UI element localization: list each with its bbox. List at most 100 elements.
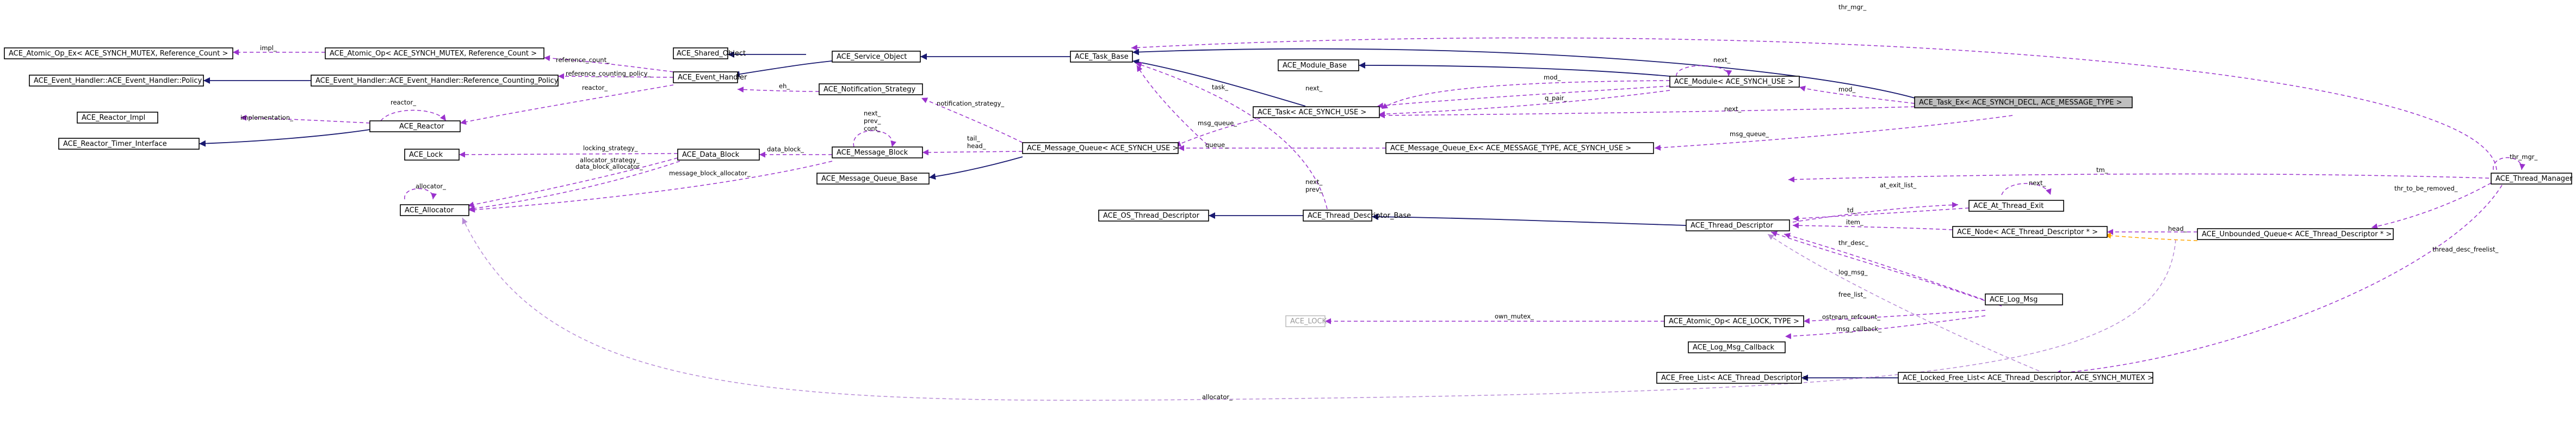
edge-use-mod-a: [1381, 80, 1670, 109]
svg-text:ACE_Lock: ACE_Lock: [409, 151, 443, 159]
label-data-block-allocator: data_block_allocator_: [575, 163, 643, 170]
svg-text:ACE_Task< ACE_SYNCH_USE >: ACE_Task< ACE_SYNCH_USE >: [1258, 108, 1366, 117]
node-log-msg[interactable]: ACE_Log_Msg: [1985, 293, 2063, 305]
node-event-handler-policy[interactable]: ACE_Event_Handler::ACE_Event_Handler::Po…: [29, 75, 204, 87]
svg-text:ACE_Reactor_Timer_Interface: ACE_Reactor_Timer_Interface: [63, 140, 167, 148]
node-thread-manager[interactable]: ACE_Thread_Manager: [2491, 173, 2573, 185]
node-thread-descriptor[interactable]: ACE_Thread_Descriptor: [1686, 219, 1790, 231]
node-message-queue-base[interactable]: ACE_Message_Queue_Base: [816, 173, 930, 185]
label-reactor-a: reactor_: [582, 84, 608, 91]
svg-text:ACE_Allocator: ACE_Allocator: [405, 206, 454, 215]
svg-text:ACE_OS_Thread_Descriptor: ACE_OS_Thread_Descriptor: [1103, 212, 1200, 220]
label-msg-queue-b: msg_queue_: [1730, 130, 1769, 138]
node-event-handler-rc-policy[interactable]: ACE_Event_Handler::ACE_Event_Handler::Re…: [311, 75, 559, 87]
label-prev-tdb: prev_: [1305, 186, 1323, 193]
edge-inherit-td-to-tdb: [1371, 213, 1687, 226]
edge-use-q-pair: [1378, 90, 1670, 117]
edge-template-queue-node: [2104, 232, 2198, 241]
node-lock[interactable]: ACE_Lock: [404, 149, 460, 161]
node-reactor-timer-interface[interactable]: ACE_Reactor_Timer_Interface: [58, 138, 200, 150]
label-next-mb: next_: [864, 109, 881, 117]
label-head: head_: [2168, 225, 2187, 232]
edge-labels: impl_ reference_count_ reference_countin…: [240, 3, 2538, 401]
edge-use-allocator-self: [404, 188, 437, 200]
label-free-list: free_list_: [1838, 291, 1866, 298]
node-locked-free-list[interactable]: ACE_Locked_Free_List< ACE_Thread_Descrip…: [1898, 372, 2153, 384]
svg-text:ACE_Event_Handler::ACE_Event_H: ACE_Event_Handler::ACE_Event_Handler::Po…: [34, 77, 202, 85]
svg-text:ACE_Free_List< ACE_Thread_Desc: ACE_Free_List< ACE_Thread_Descriptor >: [1661, 374, 1809, 382]
svg-text:ACE_Message_Queue< ACE_SYNCH_U: ACE_Message_Queue< ACE_SYNCH_USE >: [1027, 144, 1178, 152]
label-mod-a: mod_: [1544, 73, 1561, 81]
label-log-msg: log_msg_: [1838, 268, 1868, 276]
edge-use-at-exit-list: [1792, 201, 1959, 223]
svg-text:ACE_Atomic_Op< ACE_SYNCH_MUTEX: ACE_Atomic_Op< ACE_SYNCH_MUTEX, Referenc…: [330, 50, 537, 58]
svg-text:ACE_Log_Msg: ACE_Log_Msg: [1990, 296, 2038, 304]
label-implementation: implementation_: [240, 114, 293, 121]
svg-text:ACE_Node< ACE_Thread_Descripto: ACE_Node< ACE_Thread_Descriptor * >: [1957, 228, 2098, 236]
edge-use-msg-callback: [1785, 315, 1986, 339]
svg-text:ACE_Reactor: ACE_Reactor: [399, 122, 444, 131]
edge-inherit-module-to-modulebase: [1358, 62, 1670, 77]
node-task-base[interactable]: ACE_Task_Base: [1070, 51, 1133, 63]
svg-text:ACE_Thread_Descriptor: ACE_Thread_Descriptor: [1691, 222, 1774, 230]
svg-text:ACE_Task_Ex< ACE_SYNCH_DECL, A: ACE_Task_Ex< ACE_SYNCH_DECL, ACE_MESSAGE…: [1919, 99, 2122, 107]
label-td: td_: [1847, 206, 1857, 214]
node-os-thread-descriptor[interactable]: ACE_OS_Thread_Descriptor: [1098, 210, 1209, 222]
node-unbounded-queue[interactable]: ACE_Unbounded_Queue< ACE_Thread_Descript…: [2197, 228, 2394, 240]
svg-text:ACE_Unbounded_Queue< ACE_Threa: ACE_Unbounded_Queue< ACE_Thread_Descript…: [2202, 230, 2392, 238]
label-message-block-allocator: message_block_allocator_: [669, 169, 751, 177]
node-atomic-op-refcount[interactable]: ACE_Atomic_Op< ACE_SYNCH_MUTEX, Referenc…: [325, 47, 544, 59]
node-module-base[interactable]: ACE_Module_Base: [1278, 59, 1359, 71]
svg-text:ACE_Task_Base: ACE_Task_Base: [1075, 53, 1129, 61]
node-data-block[interactable]: ACE_Data_Block: [677, 149, 760, 161]
edge-use-data-block-allocator: [468, 161, 680, 212]
edge-inherit-taskex-to-taskbase: [1132, 48, 1915, 99]
node-node-thread-descriptor[interactable]: ACE_Node< ACE_Thread_Descriptor * >: [1952, 226, 2108, 238]
label-ostream-refcount: ostream_refcount_: [1822, 313, 1880, 321]
node-allocator[interactable]: ACE_Allocator: [400, 204, 469, 216]
label-next-b: next_: [1724, 105, 1741, 113]
edge-use-thr-mgr-a: [1131, 37, 2497, 170]
node-task[interactable]: ACE_Task< ACE_SYNCH_USE >: [1253, 106, 1380, 118]
node-ace-lock-upper[interactable]: ACE_LOCK: [1285, 315, 1327, 327]
label-tm: tm_: [2096, 166, 2108, 174]
label-next-tdb: next_: [1305, 178, 1322, 186]
label-locking-strategy: locking_strategy_: [583, 144, 638, 152]
label-task: task_: [1212, 83, 1228, 91]
node-notification-strategy[interactable]: ACE_Notification_Strategy: [819, 83, 923, 95]
node-message-block[interactable]: ACE_Message_Block: [832, 146, 923, 158]
label-notification-strategy: notification_strategy_: [937, 100, 1004, 107]
label-cont-mb: cont_: [864, 125, 881, 132]
node-atomic-op-lock-type[interactable]: ACE_Atomic_Op< ACE_LOCK, TYPE >: [1664, 315, 1804, 327]
label-prev-mb: prev_: [864, 117, 881, 125]
edge-inherit-service-to-eh: [733, 60, 833, 78]
label-q-pair: q_pair_: [1545, 94, 1567, 102]
node-event-handler[interactable]: ACE_Event_Handler: [673, 71, 747, 83]
edge-use-mod-b: [1799, 85, 1915, 104]
edge-use-thread-desc-freelist: [2054, 185, 2503, 376]
node-at-thread-exit[interactable]: ACE_At_Thread_Exit: [1968, 200, 2064, 212]
svg-text:ACE_At_Thread_Exit: ACE_At_Thread_Exit: [1973, 202, 2044, 210]
svg-text:ACE_LOCK: ACE_LOCK: [1290, 317, 1327, 326]
node-reactor-impl[interactable]: ACE_Reactor_Impl: [77, 112, 158, 124]
label-data-block: data_block_: [767, 145, 804, 153]
label-msg-queue-a: msg_queue_: [1198, 119, 1237, 127]
node-message-queue-ex[interactable]: ACE_Message_Queue_Ex< ACE_MESSAGE_TYPE, …: [1385, 142, 1654, 154]
edge-use-locking-strategy: [459, 151, 678, 158]
edge-use-msg-queue-b: [1654, 115, 2013, 151]
node-task-ex[interactable]: ACE_Task_Ex< ACE_SYNCH_DECL, ACE_MESSAGE…: [1914, 96, 2133, 108]
node-module[interactable]: ACE_Module< ACE_SYNCH_USE >: [1669, 76, 1800, 88]
svg-text:ACE_Atomic_Op_Ex< ACE_SYNCH_MU: ACE_Atomic_Op_Ex< ACE_SYNCH_MUTEX, Refer…: [9, 50, 228, 58]
node-atomic-op-ex-refcount[interactable]: ACE_Atomic_Op_Ex< ACE_SYNCH_MUTEX, Refer…: [4, 47, 233, 59]
svg-text:ACE_Atomic_Op< ACE_LOCK, TYPE: ACE_Atomic_Op< ACE_LOCK, TYPE >: [1669, 317, 1799, 326]
node-service-object[interactable]: ACE_Service_Object: [832, 51, 921, 63]
node-shared-object[interactable]: ACE_Shared_Object: [673, 47, 746, 59]
label-queue: queue_: [1205, 141, 1228, 149]
node-message-queue[interactable]: ACE_Message_Queue< ACE_SYNCH_USE >: [1022, 142, 1179, 154]
node-log-msg-callback[interactable]: ACE_Log_Msg_Callback: [1688, 341, 1786, 353]
label-impl: impl_: [260, 44, 277, 52]
node-free-list[interactable]: ACE_Free_List< ACE_Thread_Descriptor >: [1656, 372, 1809, 384]
label-reference-count: reference_count_: [556, 56, 610, 64]
node-thread-descriptor-base[interactable]: ACE_Thread_Descriptor_Base: [1303, 210, 1411, 222]
node-reactor[interactable]: ACE_Reactor: [369, 120, 461, 132]
